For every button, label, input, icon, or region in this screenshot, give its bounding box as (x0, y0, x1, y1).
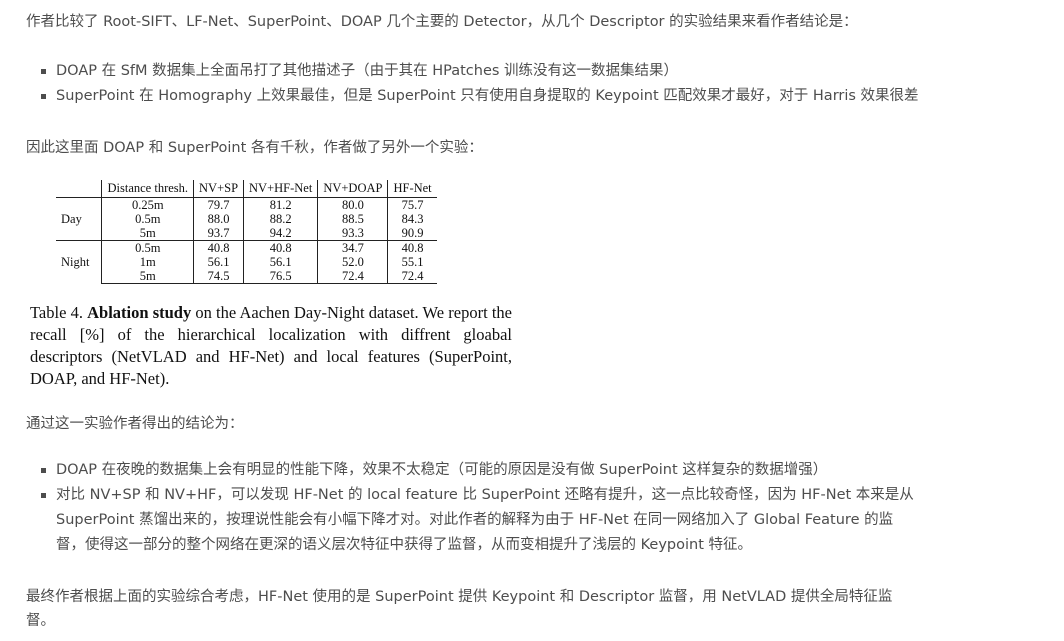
table-header-row: Distance thresh. NV+SP NV+HF-Net NV+DOAP… (56, 180, 437, 198)
ablation-table-figure: Distance thresh. NV+SP NV+HF-Net NV+DOAP… (26, 174, 516, 392)
list-item-text-line: 对比 NV+SP 和 NV+HF，可以发现 HF-Net 的 local fea… (56, 487, 914, 503)
experiment-intro-paragraph: 因此这里面 DOAP 和 SuperPoint 各有千秋，作者做了另外一个实验： (26, 140, 483, 156)
table-cell: 90.9 (387, 226, 437, 241)
table-cell: 0.5m (101, 212, 194, 226)
ablation-table: Distance thresh. NV+SP NV+HF-Net NV+DOAP… (56, 180, 437, 284)
table-cell: 55.1 (387, 255, 437, 269)
table-header-cell: HF-Net (387, 180, 437, 198)
condition-label-night: Night (56, 240, 102, 284)
table-cell: 52.0 (317, 255, 388, 269)
table-row: 5m 93.7 94.2 93.3 90.9 (56, 226, 437, 241)
table-row: Night 0.5m 40.8 40.8 34.7 40.8 (56, 240, 437, 284)
table-cell: 75.7 (387, 197, 437, 212)
table-cell: 40.8 (387, 240, 437, 255)
table-cell: 0.5m (101, 240, 194, 255)
table-cell: 88.2 (243, 212, 318, 226)
table-cell: 56.1 (193, 255, 244, 269)
list-item: SuperPoint 在 Homography 上效果最佳，但是 SuperPo… (38, 84, 919, 109)
table-cell: 88.5 (317, 212, 388, 226)
list-item-text: DOAP 在 SfM 数据集上全面吊打了其他描述子（由于其在 HPatches … (56, 63, 679, 79)
list-item: DOAP 在 SfM 数据集上全面吊打了其他描述子（由于其在 HPatches … (38, 59, 919, 84)
table-cell: 0.25m (101, 197, 194, 212)
table-cell: 5m (101, 269, 194, 284)
list-item-text: SuperPoint 在 Homography 上效果最佳，但是 SuperPo… (56, 88, 919, 104)
table-header-blank (56, 180, 102, 198)
table-caption: Table 4. Ablation study on the Aachen Da… (30, 302, 512, 390)
findings-list: DOAP 在 SfM 数据集上全面吊打了其他描述子（由于其在 HPatches … (38, 59, 919, 109)
list-item-text-line: SuperPoint 蒸馏出来的，按理说性能会有小幅下降才对。对此作者的解释为由… (56, 512, 894, 528)
bullet-icon (41, 468, 46, 473)
table-row: 0.5m 88.0 88.2 88.5 84.3 (56, 212, 437, 226)
table-header-cell: NV+DOAP (317, 180, 388, 198)
caption-bold: Ablation study (87, 303, 192, 322)
bullet-icon (41, 493, 46, 498)
table-cell: 56.1 (243, 255, 318, 269)
table-cell: 5m (101, 226, 194, 241)
bullet-icon (41, 69, 46, 74)
table-cell: 74.5 (193, 269, 244, 284)
final-paragraph-line: 最终作者根据上面的实验综合考虑，HF-Net 使用的是 SuperPoint 提… (26, 589, 893, 605)
table-cell: 79.7 (193, 197, 244, 212)
table-row: 5m 74.5 76.5 72.4 72.4 (56, 269, 437, 284)
table-cell: 94.2 (243, 226, 318, 241)
table-cell: 81.2 (243, 197, 318, 212)
list-item-text: DOAP 在夜晚的数据集上会有明显的性能下降，效果不太稳定（可能的原因是没有做 … (56, 462, 828, 478)
table-cell: 93.3 (317, 226, 388, 241)
condition-label-day: Day (61, 212, 82, 226)
table-cell: 80.0 (317, 197, 388, 212)
list-item: 对比 NV+SP 和 NV+HF，可以发现 HF-Net 的 local fea… (38, 483, 914, 558)
conclusions-list: DOAP 在夜晚的数据集上会有明显的性能下降，效果不太稳定（可能的原因是没有做 … (38, 458, 914, 558)
caption-prefix: Table 4. (30, 303, 88, 322)
table-cell: 40.8 (243, 240, 318, 255)
intro-paragraph: 作者比较了 Root-SIFT、LF-Net、SuperPoint、DOAP 几… (26, 14, 858, 30)
table-row: 1m 56.1 56.1 52.0 55.1 (56, 255, 437, 269)
table-cell: 84.3 (387, 212, 437, 226)
bullet-icon (41, 94, 46, 99)
table-header-cell: Distance thresh. (101, 180, 194, 198)
table-cell: 76.5 (243, 269, 318, 284)
table-header-cell: NV+SP (193, 180, 244, 198)
conclusion-intro-paragraph: 通过这一实验作者得出的结论为： (26, 416, 244, 432)
table-cell: 93.7 (193, 226, 244, 241)
table-cell: 1m (101, 255, 194, 269)
list-item-text-line: 督，使得这一部分的整个网络在更深的语义层次特征中获得了监督，从而变相提升了浅层的… (56, 537, 752, 553)
table-cell: 40.8 (193, 240, 244, 255)
table-cell: 34.7 (317, 240, 388, 255)
table-cell: 72.4 (387, 269, 437, 284)
table-header-cell: NV+HF-Net (243, 180, 318, 198)
table-cell: 72.4 (317, 269, 388, 284)
table-row: Day 0.25m 79.7 81.2 80.0 75.7 (56, 197, 437, 225)
list-item: DOAP 在夜晚的数据集上会有明显的性能下降，效果不太稳定（可能的原因是没有做 … (38, 458, 914, 483)
article-body: 作者比较了 Root-SIFT、LF-Net、SuperPoint、DOAP 几… (0, 0, 1064, 641)
final-paragraph-line: 督。 (26, 613, 55, 629)
table-cell: 88.0 (193, 212, 244, 226)
